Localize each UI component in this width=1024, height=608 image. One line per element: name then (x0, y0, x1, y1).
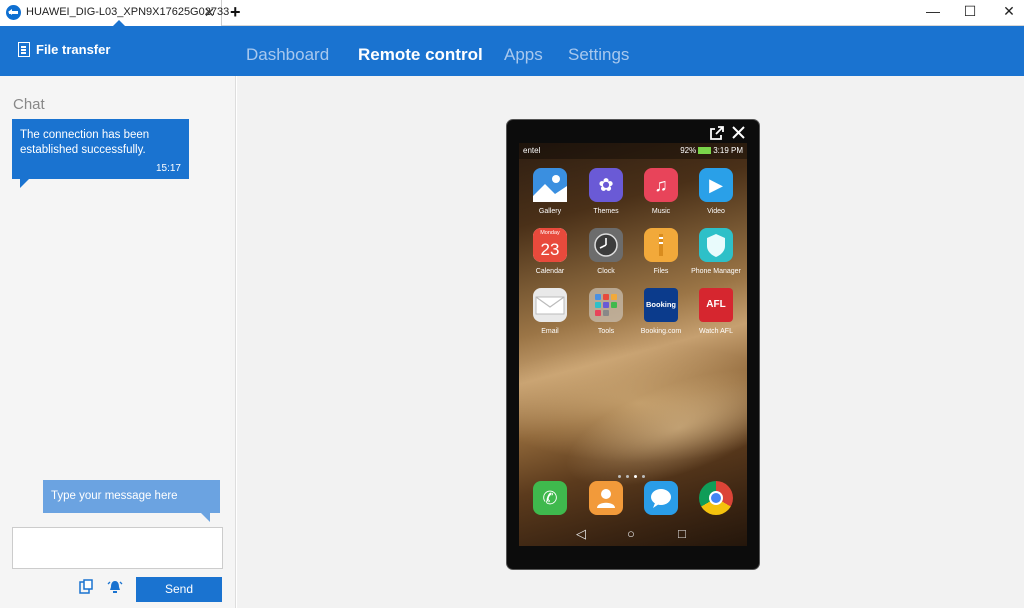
booking-text: Booking (646, 300, 676, 309)
recents-button[interactable]: □ (678, 526, 686, 541)
title-bar: HUAWEI_DIG-L03_XPN9X17625G02733 ✕ + — ☐ … (0, 0, 1024, 26)
dock-messages[interactable] (633, 481, 689, 515)
app-files[interactable]: Files (633, 228, 689, 275)
file-transfer-button[interactable]: File transfer (18, 42, 110, 57)
status-bar: entel 92% 3:19 PM (519, 143, 747, 159)
app-calendar[interactable]: Monday 23 Calendar (522, 228, 578, 275)
alarm-icon[interactable] (107, 579, 123, 595)
tab-apps[interactable]: Apps (504, 45, 543, 65)
app-clock[interactable]: Clock (578, 228, 634, 275)
themes-icon: ✿ (589, 168, 623, 202)
calendar-day: 23 (533, 238, 567, 262)
video-icon: ▶ (699, 168, 733, 202)
tools-folder-icon (589, 288, 623, 322)
tab-settings[interactable]: Settings (568, 45, 629, 65)
app-label: Watch AFL (699, 328, 733, 335)
send-button[interactable]: Send (136, 577, 222, 602)
clock-time: 3:19 PM (713, 146, 743, 155)
back-button[interactable]: ◁ (576, 526, 586, 541)
dock-phone[interactable]: ✆ (522, 481, 578, 515)
new-tab-button[interactable]: + (230, 2, 241, 23)
message-time: 15:17 (155, 163, 181, 174)
message-hint-text: Type your message here (51, 490, 178, 502)
file-transfer-label: File transfer (36, 42, 111, 57)
app-music[interactable]: ♫ Music (633, 168, 689, 215)
chrome-center (709, 491, 723, 505)
tab-title: HUAWEI_DIG-L03_XPN9X17625G02733 (26, 6, 230, 18)
contacts-icon (589, 481, 623, 515)
app-label: Phone Manager (691, 268, 741, 275)
app-label: Calendar (535, 268, 565, 275)
file-icon (18, 42, 30, 57)
app-label: Themes (593, 208, 619, 215)
files-icon (644, 228, 678, 262)
phone-screen[interactable]: entel 92% 3:19 PM Gallery ✿ Themes ♫ Musi… (519, 143, 747, 546)
page-dot-active (633, 475, 637, 478)
app-label: Booking.com (640, 328, 682, 335)
close-screen-icon[interactable] (731, 125, 746, 144)
app-label: Email (541, 328, 559, 335)
app-label: Files (653, 268, 669, 275)
android-navbar: ◁ ○ □ (519, 523, 747, 546)
chat-title: Chat (13, 96, 45, 113)
phone-icon: ✆ (533, 481, 567, 515)
gallery-icon (533, 168, 567, 202)
watch-afl-icon: AFL (699, 288, 733, 322)
app-label: Music (651, 208, 671, 215)
app-tools[interactable]: Tools (578, 288, 634, 335)
app-label: Video (707, 208, 725, 215)
clock-icon (589, 228, 623, 262)
carrier-label: entel (523, 146, 541, 155)
app-video[interactable]: ▶ Video (688, 168, 744, 215)
afl-text: AFL (706, 299, 726, 310)
app-watch-afl[interactable]: AFL Watch AFL (688, 288, 744, 335)
app-label: Tools (597, 328, 615, 335)
message-input[interactable] (12, 527, 223, 569)
hint-tail (201, 513, 210, 522)
teamviewer-icon (6, 5, 21, 20)
page-dot (625, 475, 629, 478)
chrome-icon (699, 481, 733, 515)
email-icon (533, 288, 567, 322)
page-dot (617, 475, 621, 478)
app-phone-manager[interactable]: Phone Manager (688, 228, 744, 275)
app-email[interactable]: Email (522, 288, 578, 335)
app-header: File transfer Dashboard Remote control A… (0, 26, 1024, 76)
dock-contacts[interactable] (578, 481, 634, 515)
popout-icon[interactable] (709, 125, 725, 145)
status-right: 92% 3:19 PM (680, 146, 743, 155)
app-themes[interactable]: ✿ Themes (578, 168, 634, 215)
message-hint: Type your message here (43, 480, 220, 522)
messages-icon (644, 481, 678, 515)
calendar-icon: Monday 23 (533, 228, 567, 262)
battery-percent: 92% (680, 146, 697, 155)
app-booking[interactable]: Booking Booking.com (633, 288, 689, 335)
chat-panel: Chat The connection has been established… (0, 76, 236, 608)
session-tab[interactable]: HUAWEI_DIG-L03_XPN9X17625G02733 ✕ (0, 0, 229, 26)
close-window-button[interactable]: ✕ (995, 3, 1023, 23)
battery-icon (698, 147, 712, 154)
tab-dashboard[interactable]: Dashboard (246, 45, 329, 65)
dock-chrome[interactable] (688, 481, 744, 515)
home-button[interactable]: ○ (627, 526, 635, 541)
calendar-month: Monday (533, 228, 567, 238)
message-text: The connection has been established succ… (20, 129, 150, 156)
maximize-button[interactable]: ☐ (956, 3, 984, 23)
tab-remote-control[interactable]: Remote control (358, 45, 483, 65)
minimize-button[interactable]: — (919, 3, 947, 23)
bubble-tail (20, 179, 29, 188)
booking-icon: Booking (644, 288, 678, 322)
chat-message: The connection has been established succ… (12, 119, 189, 188)
app-gallery[interactable]: Gallery (522, 168, 578, 215)
tab-close-icon[interactable]: ✕ (204, 5, 215, 21)
attach-file-icon[interactable] (78, 579, 94, 595)
page-dot (641, 475, 645, 478)
music-icon: ♫ (644, 168, 678, 202)
app-label: Gallery (538, 208, 562, 215)
phone-manager-icon (699, 228, 733, 262)
app-label: Clock (597, 268, 615, 275)
